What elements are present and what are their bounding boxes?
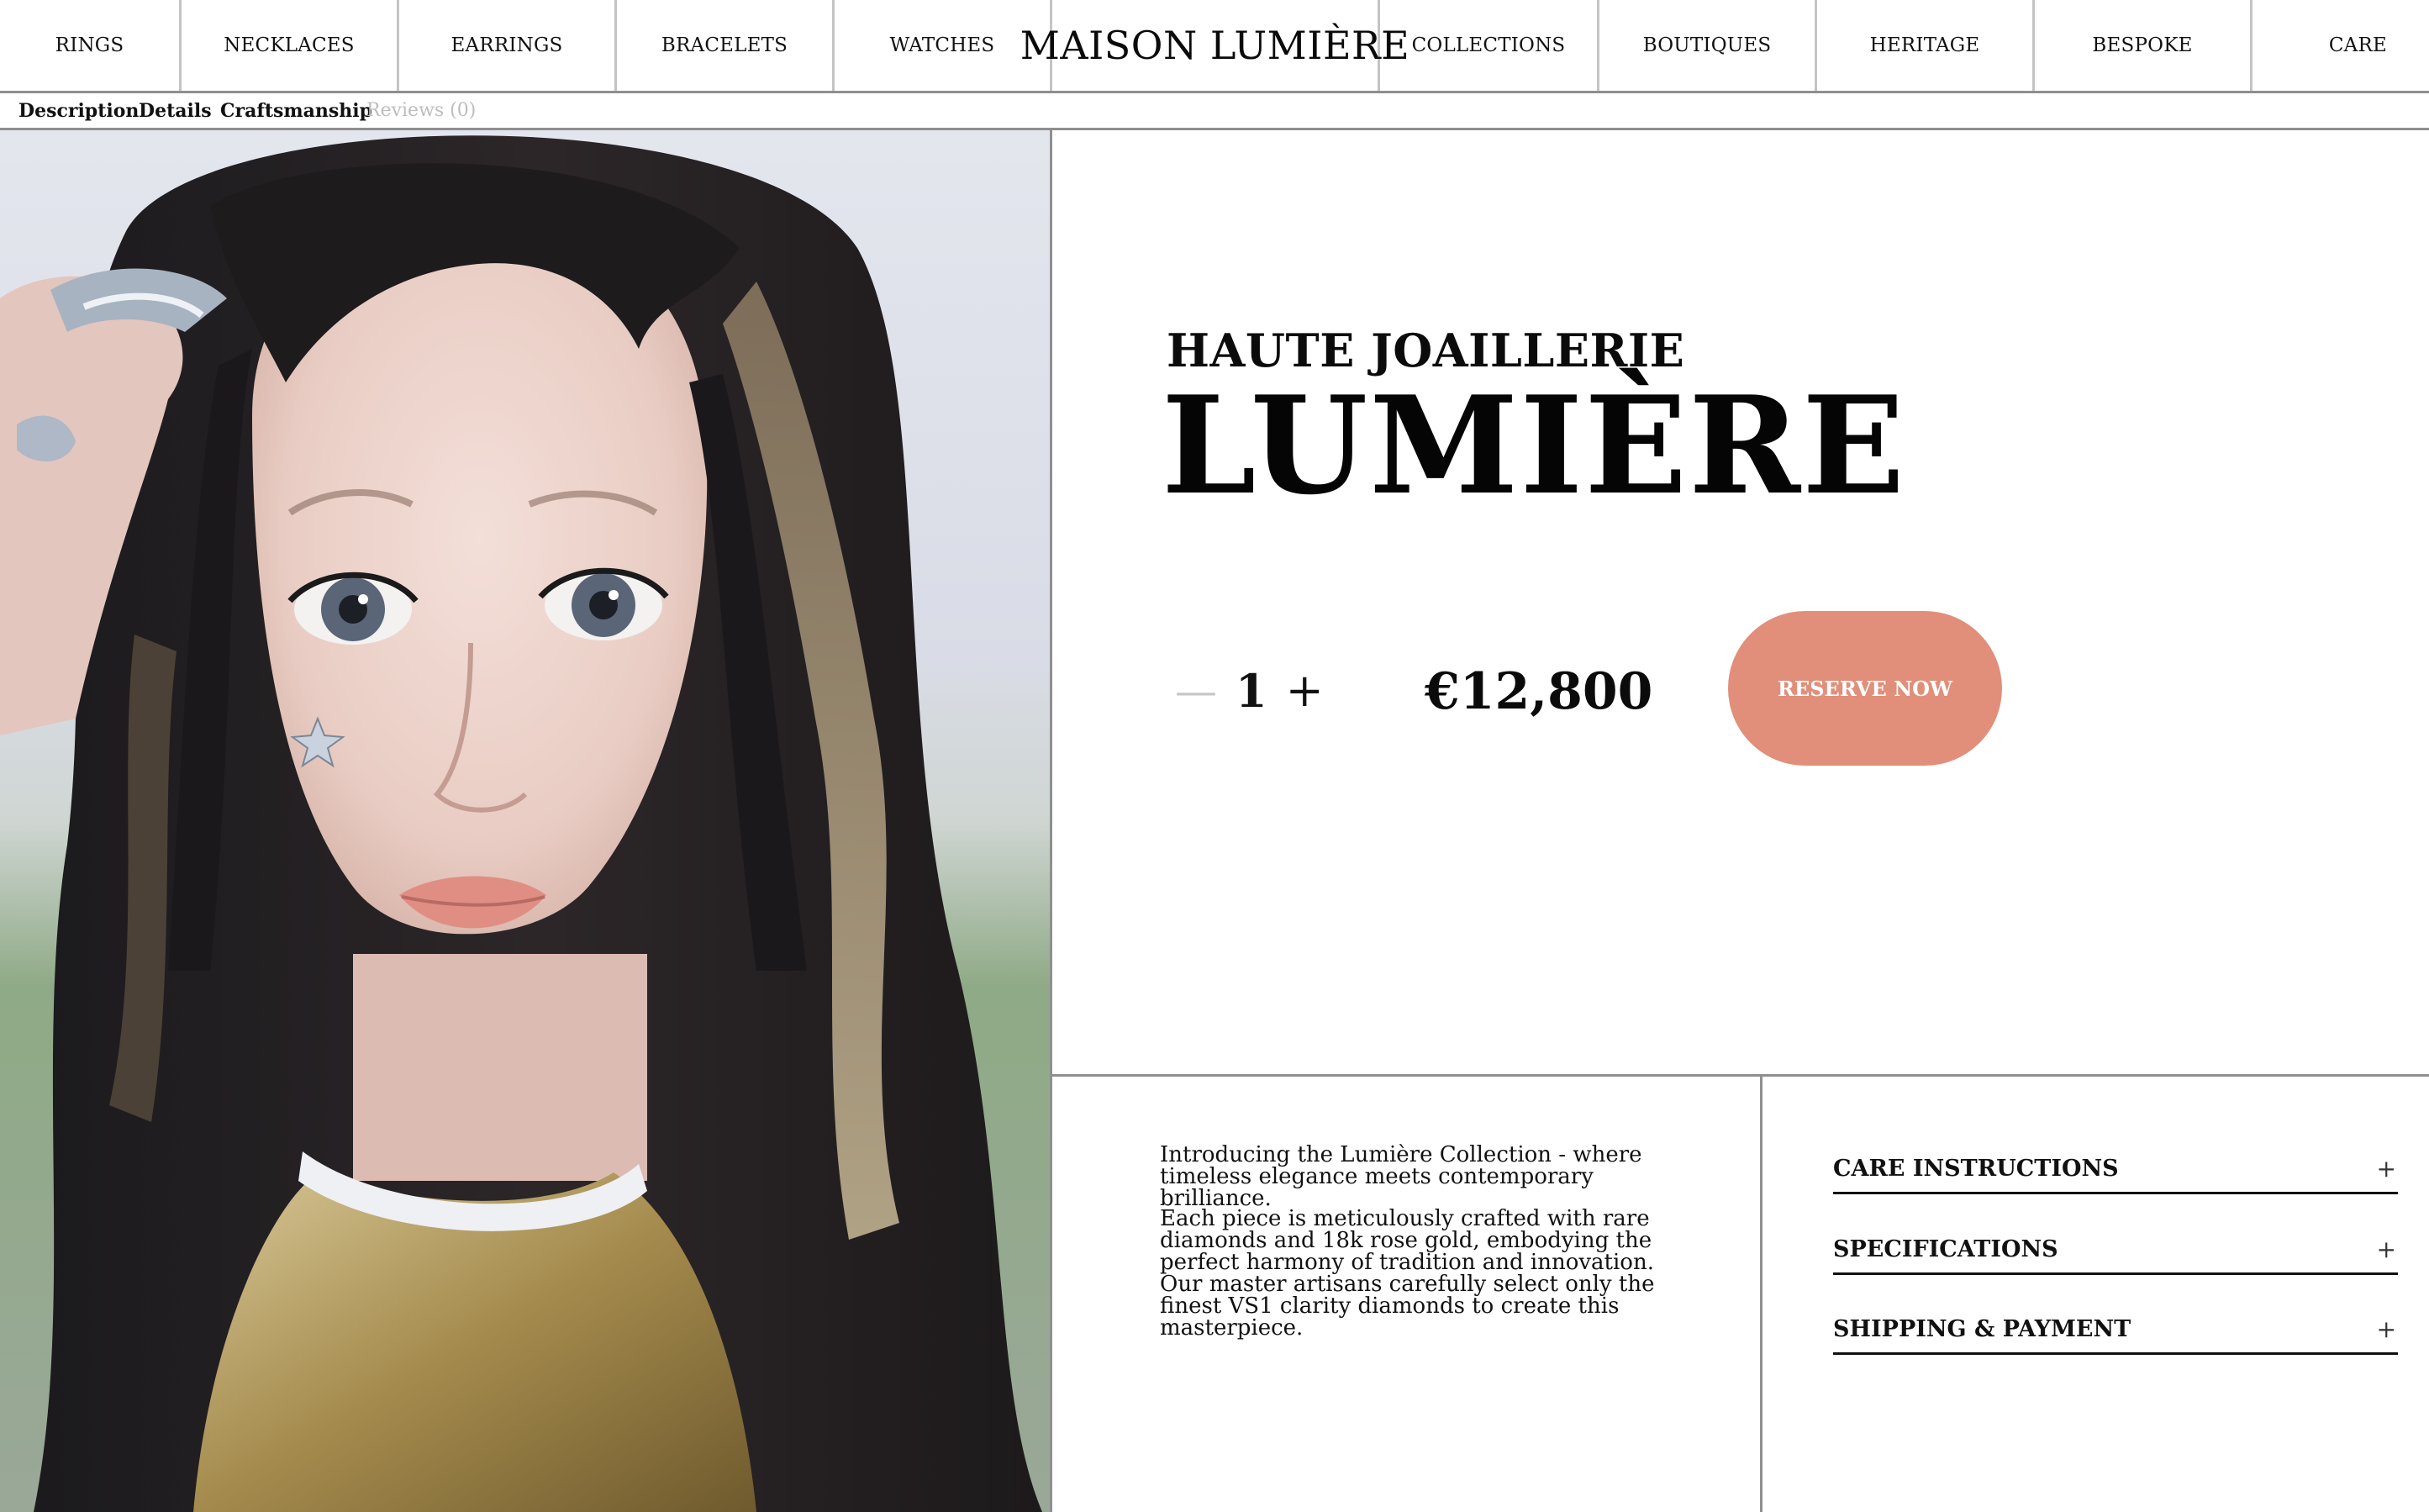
nav-item-care[interactable]: CARE (2252, 0, 2429, 91)
accordion-shipping-payment[interactable]: SHIPPING & PAYMENT + (1833, 1306, 2398, 1355)
accordion-care-instructions[interactable]: CARE INSTRUCTIONS + (1833, 1146, 2398, 1194)
nav-item-bespoke[interactable]: BESPOKE (2035, 0, 2252, 91)
description-body: Each piece is meticulously crafted with … (1160, 1206, 1655, 1341)
accordion-label: SHIPPING & PAYMENT (1833, 1316, 2131, 1342)
portrait-illustration (0, 130, 1050, 1512)
hero-photo (0, 130, 1052, 1512)
expand-icon[interactable]: + (2377, 1155, 2396, 1183)
product-title: LUMIÈRE (1162, 366, 1907, 524)
tab-reviews[interactable]: Reviews (0) (366, 100, 476, 121)
nav-item-necklaces[interactable]: NECKLACES (182, 0, 399, 91)
expand-icon[interactable]: + (2377, 1235, 2396, 1263)
product-price: €12,800 (1425, 662, 1653, 721)
info-accordion: CARE INSTRUCTIONS + SPECIFICATIONS + SHI… (1762, 1077, 2429, 1512)
quantity-stepper: — 1 + (1175, 668, 1324, 714)
nav-item-collections[interactable]: COLLECTIONS (1380, 0, 1599, 91)
description-panel: Introducing the Lumière Collection - whe… (1052, 1077, 1762, 1512)
quantity-increase-button[interactable]: + (1286, 668, 1324, 714)
nav-item-bracelets[interactable]: BRACELETS (617, 0, 835, 91)
accordion-label: SPECIFICATIONS (1833, 1236, 2058, 1262)
accordion-specifications[interactable]: SPECIFICATIONS + (1833, 1226, 2398, 1275)
nav-item-earrings[interactable]: EARRINGS (399, 0, 617, 91)
accordion-label: CARE INSTRUCTIONS (1833, 1156, 2119, 1182)
tab-description[interactable]: Description (18, 100, 139, 122)
reserve-now-button[interactable]: RESERVE NOW (1728, 611, 2002, 766)
nav-item-boutiques[interactable]: BOUTIQUES (1599, 0, 1817, 91)
product-panel: HAUTE JOAILLERIE LUMIÈRE — 1 + €12,800 R… (1052, 130, 2429, 1077)
nav-item-rings[interactable]: RINGS (0, 0, 182, 91)
description-intro: Introducing the Lumière Collection - whe… (1160, 1142, 1642, 1211)
top-navigation: RINGS NECKLACES EARRINGS BRACELETS WATCH… (0, 0, 2429, 93)
nav-item-heritage[interactable]: HERITAGE (1817, 0, 2035, 91)
expand-icon[interactable]: + (2377, 1315, 2396, 1343)
tab-craftsmanship[interactable]: Craftsmanship (220, 100, 372, 122)
tab-details[interactable]: Details (139, 100, 212, 122)
brand-logo[interactable]: MAISON LUMIÈRE (1020, 0, 1409, 91)
quantity-value: 1 (1236, 664, 1267, 718)
product-tabs: Description Details Craftsmanship Review… (0, 93, 2429, 130)
quantity-decrease-button[interactable]: — (1175, 670, 1217, 712)
